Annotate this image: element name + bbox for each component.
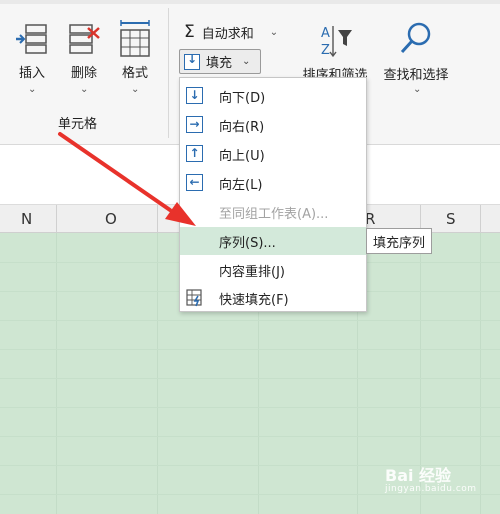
annotation-arrow-icon [58, 132, 196, 226]
watermark-main: Bai 经验 [385, 466, 452, 485]
watermark-sub: jingyan.baidu.com [385, 484, 477, 494]
baidu-watermark: Bai 经验 jingyan.baidu.com [385, 462, 477, 494]
